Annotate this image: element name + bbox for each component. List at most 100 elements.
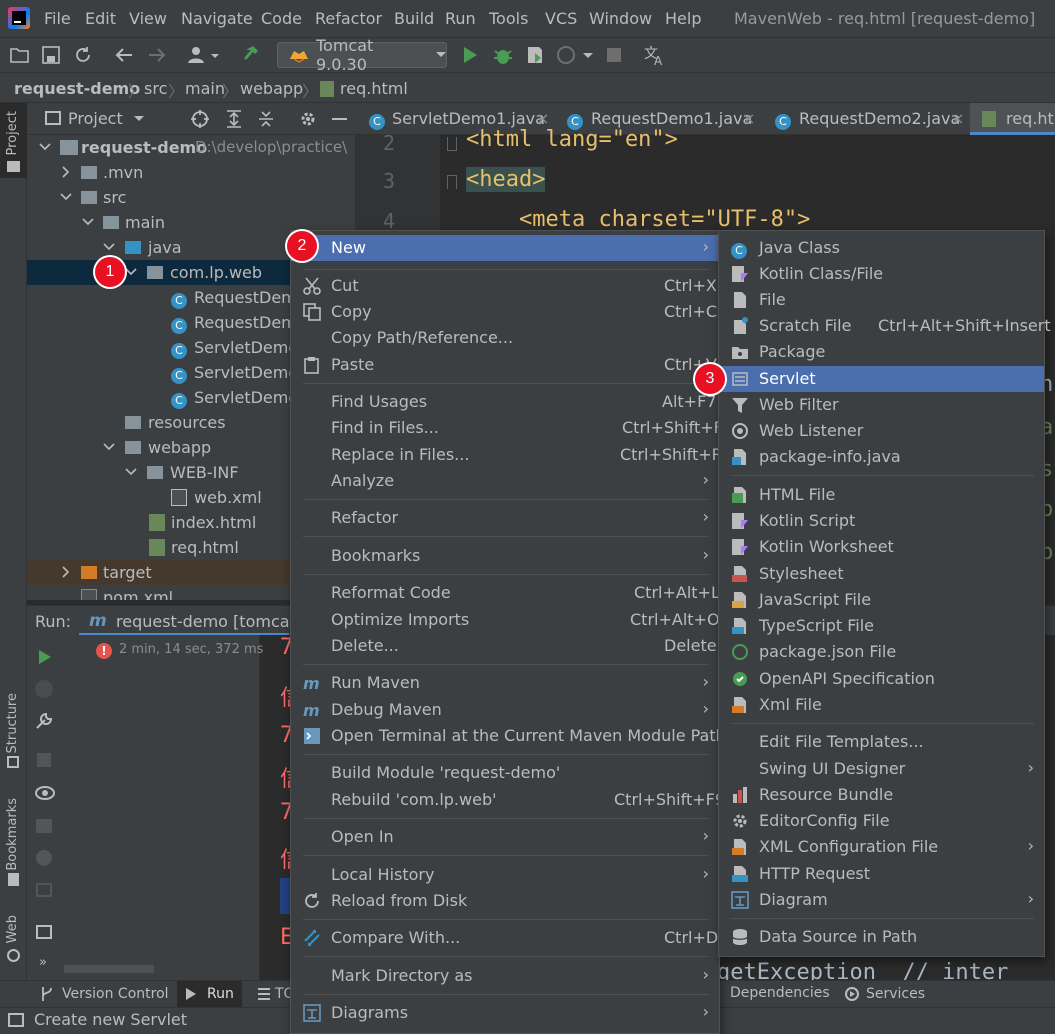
submenu-item-package-info[interactable]: package-info.java	[719, 444, 1044, 470]
collapse-all-icon[interactable]	[257, 110, 275, 128]
sync-icon[interactable]	[74, 46, 92, 64]
menu-code[interactable]: Code	[261, 9, 302, 28]
wrench-icon[interactable]	[35, 712, 53, 730]
menu-run[interactable]: Run	[445, 9, 476, 28]
breadcrumb-webapp[interactable]: webapp	[240, 79, 303, 98]
menu-item-mark-directory[interactable]: Mark Directory as ›	[291, 963, 719, 989]
menu-item-optimize-imports[interactable]: Optimize Imports Ctrl+Alt+O	[291, 607, 720, 633]
chevron-down-icon[interactable]	[134, 115, 144, 123]
menu-navigate[interactable]: Navigate	[181, 9, 253, 28]
user-icon[interactable]	[187, 45, 221, 65]
submenu-item-web-filter[interactable]: Web Filter	[719, 392, 1044, 418]
menu-item-cut[interactable]: Cut Ctrl+X	[291, 273, 719, 299]
menu-item-delete[interactable]: Delete... Delete	[291, 633, 719, 659]
build-hammer-icon[interactable]	[243, 44, 265, 66]
tab-version-control[interactable]: Version Control	[40, 984, 169, 1004]
menu-file[interactable]: File	[44, 9, 71, 28]
rerun-icon[interactable]	[38, 649, 52, 665]
menu-help[interactable]: Help	[665, 9, 701, 28]
run-config-dropdown[interactable]: Tomcat 9.0.30	[277, 36, 447, 74]
menu-item-open-terminal[interactable]: Open Terminal at the Current Maven Modul…	[291, 723, 726, 749]
run-tab[interactable]: m request-demo [tomcat7	[79, 606, 306, 636]
menu-item-bookmarks[interactable]: Bookmarks ›	[291, 543, 719, 569]
submenu-item-package[interactable]: Package	[719, 339, 1044, 365]
layout-icon[interactable]	[36, 925, 52, 939]
tab-todo[interactable]: TO	[257, 984, 295, 1004]
submenu-item-editorconfig[interactable]: EditorConfig File	[719, 808, 1044, 834]
submenu-item-kotlin-script[interactable]: Kotlin Script	[719, 508, 1044, 534]
menu-item-run-maven[interactable]: m Run Maven ›	[291, 670, 719, 696]
submenu-item-java-class[interactable]: C Java Class	[719, 235, 1044, 261]
tree-node-src[interactable]: src	[27, 185, 355, 210]
close-icon[interactable]: ×	[536, 109, 549, 128]
close-icon[interactable]: ×	[951, 109, 964, 128]
locate-icon[interactable]	[191, 110, 209, 128]
settings-icon[interactable]	[36, 850, 52, 866]
submenu-item-data-source[interactable]: Data Source in Path	[719, 924, 1044, 950]
fold-marker-icon[interactable]	[447, 137, 457, 151]
import-icon[interactable]	[36, 883, 52, 897]
tab-requestdemo2[interactable]: C RequestDemo2.java ×	[765, 103, 970, 135]
debug-icon[interactable]	[493, 45, 513, 65]
save-all-icon[interactable]	[42, 46, 60, 64]
menu-item-diagrams[interactable]: Diagrams ›	[291, 1000, 719, 1026]
submenu-item-http-request[interactable]: HTTP Request	[719, 861, 1044, 887]
more-icon[interactable]: »	[39, 955, 47, 970]
status-panel-icon[interactable]	[8, 1013, 24, 1027]
submenu-item-kotlin-class[interactable]: Kotlin Class/File	[719, 261, 1044, 287]
menu-item-rebuild[interactable]: Rebuild 'com.lp.web' Ctrl+Shift+F9	[291, 787, 725, 813]
submenu-item-xml-file[interactable]: Xml File	[719, 692, 1044, 718]
tree-node-project[interactable]: request-demo D:\develop\practice\	[27, 135, 355, 160]
expand-all-icon[interactable]	[225, 110, 243, 128]
submenu-item-scratch-file[interactable]: Scratch File Ctrl+Alt+Shift+Insert	[719, 313, 1051, 339]
open-folder-icon[interactable]	[10, 46, 30, 64]
translate-icon[interactable]: 文A	[643, 44, 667, 66]
bookmarks-tool-button[interactable]: Bookmarks	[0, 798, 27, 893]
stop-icon[interactable]	[606, 47, 622, 63]
submenu-item-swing-designer[interactable]: Swing UI Designer ›	[719, 756, 1044, 782]
submenu-item-diagram[interactable]: Diagram ›	[719, 887, 1044, 913]
submenu-item-edit-templates[interactable]: Edit File Templates...	[719, 729, 1044, 755]
tree-node-mvn[interactable]: .mvn	[27, 160, 355, 185]
profile-icon[interactable]	[556, 45, 596, 65]
submenu-item-xml-config[interactable]: XML Configuration File ›	[719, 834, 1044, 860]
menu-item-replace-in-files[interactable]: Replace in Files... Ctrl+Shift+R	[291, 442, 723, 468]
submenu-item-kotlin-worksheet[interactable]: Kotlin Worksheet	[719, 534, 1044, 560]
submenu-item-servlet[interactable]: Servlet	[719, 366, 1044, 392]
breadcrumb-main[interactable]: main	[185, 79, 225, 98]
debug-icon[interactable]	[35, 680, 53, 698]
project-panel-title[interactable]: Project	[68, 109, 123, 128]
menu-item-build-module[interactable]: Build Module 'request-demo'	[291, 760, 719, 786]
submenu-item-typescript-file[interactable]: TypeScript File	[719, 613, 1044, 639]
menu-item-reload-from-disk[interactable]: Reload from Disk	[291, 888, 719, 914]
menu-item-paste[interactable]: Paste Ctrl+V	[291, 352, 719, 378]
submenu-item-package-json[interactable]: package.json File	[719, 639, 1044, 665]
run-status[interactable]: 2 min, 14 sec, 372 ms	[119, 642, 263, 657]
web-tool-button[interactable]: Web	[0, 915, 27, 965]
menu-refactor[interactable]: Refactor	[315, 9, 382, 28]
menu-item-analyze[interactable]: Analyze ›	[291, 468, 719, 494]
tab-reqhtml[interactable]: req.htm	[970, 103, 1055, 135]
fold-marker-icon[interactable]	[447, 175, 457, 189]
menu-view[interactable]: View	[129, 9, 167, 28]
tab-dependencies[interactable]: Dependencies	[730, 985, 830, 1001]
tab-services[interactable]: Services	[844, 984, 925, 1004]
menu-item-new[interactable]: New ›	[291, 235, 719, 261]
coverage-icon[interactable]	[525, 45, 545, 65]
menu-item-reformat-code[interactable]: Reformat Code Ctrl+Alt+L	[291, 580, 720, 606]
submenu-item-web-listener[interactable]: Web Listener	[719, 418, 1044, 444]
menu-item-open-in[interactable]: Open In ›	[291, 824, 719, 850]
stop-icon[interactable]	[37, 753, 51, 767]
menu-item-compare-with[interactable]: Compare With... Ctrl+D	[291, 925, 719, 951]
tab-run[interactable]: Run	[177, 981, 242, 1007]
menu-window[interactable]: Window	[589, 9, 652, 28]
eye-icon[interactable]	[35, 786, 55, 800]
menu-item-find-usages[interactable]: Find Usages Alt+F7	[291, 389, 719, 415]
back-arrow-icon[interactable]	[114, 46, 134, 64]
submenu-item-stylesheet[interactable]: Stylesheet	[719, 561, 1044, 587]
menu-item-copy-path[interactable]: Copy Path/Reference...	[291, 325, 719, 351]
breadcrumb-src[interactable]: src	[144, 79, 167, 98]
submenu-item-file[interactable]: File	[719, 287, 1044, 313]
breadcrumb-file[interactable]: req.html	[340, 79, 408, 98]
submenu-item-html-file[interactable]: HTML File	[719, 482, 1044, 508]
